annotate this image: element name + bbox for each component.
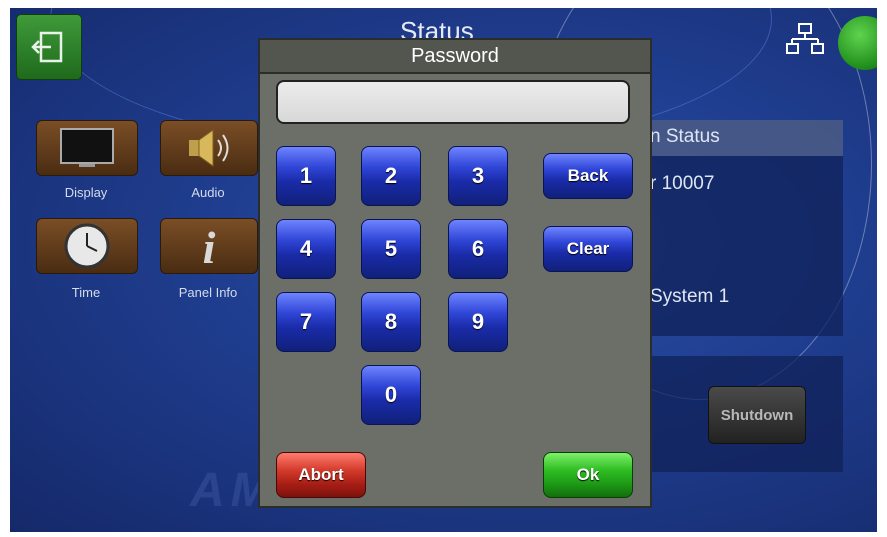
key-2[interactable]: 2 xyxy=(361,146,421,206)
key-6[interactable]: 6 xyxy=(448,219,508,279)
audio-button[interactable] xyxy=(160,120,258,176)
key-4[interactable]: 4 xyxy=(276,219,336,279)
exit-button[interactable] xyxy=(16,14,82,80)
monitor-icon xyxy=(60,128,114,167)
audio-label: Audio xyxy=(191,185,225,200)
key-0[interactable]: 0 xyxy=(361,365,421,425)
network-icon[interactable] xyxy=(786,22,824,56)
exit-icon xyxy=(31,31,63,63)
key-9[interactable]: 9 xyxy=(448,292,508,352)
key-3[interactable]: 3 xyxy=(448,146,508,206)
svg-text:i: i xyxy=(203,222,216,271)
clock-icon xyxy=(64,223,110,269)
ok-button[interactable]: Ok xyxy=(543,452,633,498)
speaker-icon xyxy=(189,129,229,167)
system-status-title: n Status xyxy=(650,126,720,147)
system-number: r 10007 xyxy=(650,173,715,194)
key-1[interactable]: 1 xyxy=(276,146,336,206)
key-5[interactable]: 5 xyxy=(361,219,421,279)
password-field[interactable] xyxy=(276,80,630,124)
system-name: System 1 xyxy=(650,286,730,307)
panel-info-label: Panel Info xyxy=(178,285,238,300)
dialog-title: Password xyxy=(260,40,650,74)
shutdown-button[interactable]: Shutdown xyxy=(708,386,806,444)
abort-button[interactable]: Abort xyxy=(276,452,366,498)
panel-info-button[interactable]: i xyxy=(160,218,258,274)
display-button[interactable] xyxy=(36,120,138,176)
display-label: Display xyxy=(64,185,108,200)
key-7[interactable]: 7 xyxy=(276,292,336,352)
time-button[interactable] xyxy=(36,218,138,274)
back-button[interactable]: Back xyxy=(543,153,633,199)
time-label: Time xyxy=(71,285,101,300)
password-dialog: Password 1 2 3 Back 4 5 6 Clear 7 8 9 0 … xyxy=(258,38,652,508)
clear-button[interactable]: Clear xyxy=(543,226,633,272)
info-icon: i xyxy=(203,222,216,271)
key-8[interactable]: 8 xyxy=(361,292,421,352)
